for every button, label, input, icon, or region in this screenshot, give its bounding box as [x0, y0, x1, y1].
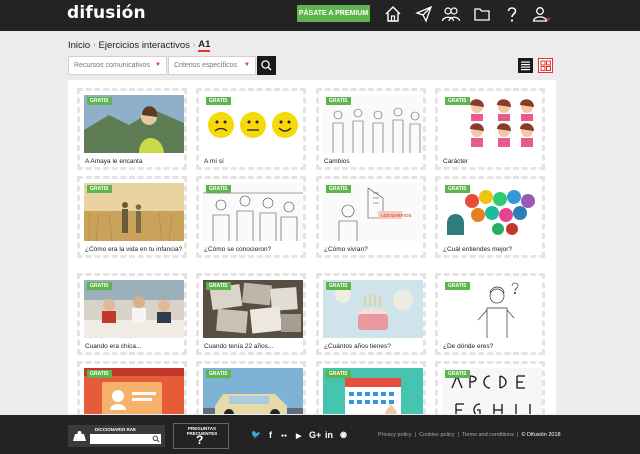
exercise-card[interactable]: GRATIS ¿Cuál entiendes mejor?: [435, 176, 545, 258]
card-title: ¿Cuál entiendes mejor?: [443, 246, 513, 253]
grid-icon: [540, 60, 551, 71]
free-badge: GRATIS: [206, 185, 231, 193]
flickr-icon[interactable]: ●●: [281, 433, 287, 439]
free-badge: GRATIS: [445, 370, 470, 378]
dictionary-widget: DICCIONARIO RAE: [68, 425, 165, 447]
footer: DICCIONARIO RAE PREGUNTAS FRECUENTES ? 🐦…: [0, 415, 640, 454]
footer-link-separator: |: [516, 432, 519, 438]
footer-links: Privacy policy | Cookies policy | Terms …: [378, 432, 561, 438]
googleplus-icon[interactable]: G+: [309, 430, 321, 440]
card-title: Cambios: [324, 158, 350, 165]
exercise-card[interactable]: GRATIS ¿De dónde eres?: [435, 273, 545, 355]
exercise-card[interactable]: GRATIS: [316, 361, 426, 414]
terms-link[interactable]: Terms and conditions: [462, 432, 514, 438]
exercise-card[interactable]: GRATIS A Amaya le encanta: [77, 88, 187, 170]
exercise-card[interactable]: GRATIS ¿Cómo era la vida en tu infancia?: [77, 176, 187, 258]
free-badge: GRATIS: [326, 282, 351, 290]
premium-button[interactable]: PÁSATE A PREMIUM: [297, 5, 370, 22]
linkedin-icon[interactable]: in: [325, 430, 333, 440]
dictionary-search-input[interactable]: [90, 434, 161, 444]
home-icon[interactable]: [383, 4, 403, 24]
exercise-card[interactable]: GRATIS: [435, 361, 545, 414]
help-icon[interactable]: [502, 4, 522, 24]
exercise-card[interactable]: GRATIS A mí sí: [196, 88, 306, 170]
exercise-card[interactable]: GRATIS ¿Cuántos años tienes?: [316, 273, 426, 355]
sign-label: LOS BARRIOS: [381, 213, 412, 218]
search-icon[interactable]: [152, 435, 160, 443]
card-title: A mí sí: [204, 158, 224, 165]
card-title: A Amaya le encanta: [85, 158, 143, 165]
exercise-card[interactable]: GRATIS Cambios: [316, 88, 426, 170]
exercise-card[interactable]: GRATIS Cuando tenía 22 años...: [196, 273, 306, 355]
faq-button[interactable]: PREGUNTAS FRECUENTES ?: [173, 423, 229, 449]
card-title: ¿Cuántos años tienes?: [324, 343, 391, 350]
chevron-down-icon: ▼: [244, 62, 250, 68]
send-icon[interactable]: [414, 4, 434, 24]
breadcrumb-level: A1: [198, 39, 211, 52]
free-badge: GRATIS: [326, 185, 351, 193]
privacy-policy-link[interactable]: Privacy policy: [378, 432, 412, 438]
criterios-select[interactable]: Criterios específicos ▼: [168, 56, 256, 75]
free-badge: GRATIS: [206, 282, 231, 290]
users-icon[interactable]: [441, 4, 461, 24]
free-badge: GRATIS: [445, 185, 470, 193]
breadcrumb-section[interactable]: Ejercicios interactivos: [99, 40, 190, 51]
breadcrumb-home[interactable]: Inicio: [68, 40, 90, 51]
free-badge: GRATIS: [326, 97, 351, 105]
exercise-card[interactable]: GRATIS: [196, 361, 306, 414]
facebook-icon[interactable]: f: [269, 430, 272, 440]
dictionary-label: DICCIONARIO RAE: [95, 427, 137, 432]
search-button[interactable]: [257, 56, 276, 75]
card-title: ¿Cómo se conocieron?: [204, 246, 272, 253]
free-badge: GRATIS: [87, 185, 112, 193]
card-title: Cuando tenía 22 años...: [204, 343, 274, 350]
list-view-button[interactable]: [518, 58, 533, 73]
breadcrumb-separator: ›: [93, 42, 96, 49]
free-badge: GRATIS: [87, 97, 112, 105]
recursos-select[interactable]: Recursos comunicativos ▼: [68, 56, 167, 75]
exercise-card[interactable]: GRATIS: [77, 361, 187, 414]
card-title: Carácter: [443, 158, 468, 165]
breadcrumb: Inicio › Ejercicios interactivos › A1: [68, 39, 211, 52]
breadcrumb-separator: ›: [192, 42, 196, 49]
exercise-card[interactable]: GRATIS Cuando era chica...: [77, 273, 187, 355]
card-title: ¿De dónde eres?: [443, 343, 494, 350]
card-title: ¿Cómo vivían?: [324, 246, 368, 253]
free-badge: GRATIS: [206, 97, 231, 105]
exercise-card[interactable]: GRATIS ¿Cómo se conocieron?: [196, 176, 306, 258]
footer-link-separator: |: [457, 432, 459, 438]
youtube-icon[interactable]: ▶: [296, 432, 301, 440]
exercise-grid: GRATIS A Amaya le encanta GRATIS A mí sí…: [68, 80, 556, 414]
free-badge: GRATIS: [326, 370, 351, 378]
dictionary-icon: [72, 430, 87, 443]
chevron-down-icon: ▼: [155, 62, 161, 68]
recursos-select-value: Recursos comunicativos: [74, 62, 150, 69]
folder-icon[interactable]: [472, 4, 492, 24]
footer-link-separator: |: [414, 432, 417, 438]
rss-icon[interactable]: ◉: [340, 430, 347, 439]
free-badge: GRATIS: [87, 282, 112, 290]
top-bar: difusión PÁSATE A PREMIUM: [0, 0, 640, 31]
user-icon[interactable]: [531, 4, 551, 24]
exercise-card[interactable]: LOS BARRIOS GRATIS ¿Cómo vivían?: [316, 176, 426, 258]
twitter-icon[interactable]: 🐦: [251, 430, 261, 439]
copyright: © Difusión 2018: [521, 432, 561, 438]
logo[interactable]: difusión: [67, 3, 146, 23]
question-mark-icon: ?: [196, 433, 204, 447]
free-badge: GRATIS: [87, 370, 112, 378]
search-icon: [261, 60, 272, 71]
card-title: ¿Cómo era la vida en tu infancia?: [85, 246, 183, 253]
exercise-card[interactable]: GRATIS Carácter: [435, 88, 545, 170]
card-title: Cuando era chica...: [85, 343, 142, 350]
list-icon: [521, 61, 530, 71]
free-badge: GRATIS: [206, 370, 231, 378]
free-badge: GRATIS: [445, 97, 470, 105]
free-badge: GRATIS: [445, 282, 470, 290]
cookies-policy-link[interactable]: Cookies policy: [419, 432, 454, 438]
criterios-select-value: Criterios específicos: [174, 62, 238, 69]
grid-view-button[interactable]: [538, 58, 553, 73]
